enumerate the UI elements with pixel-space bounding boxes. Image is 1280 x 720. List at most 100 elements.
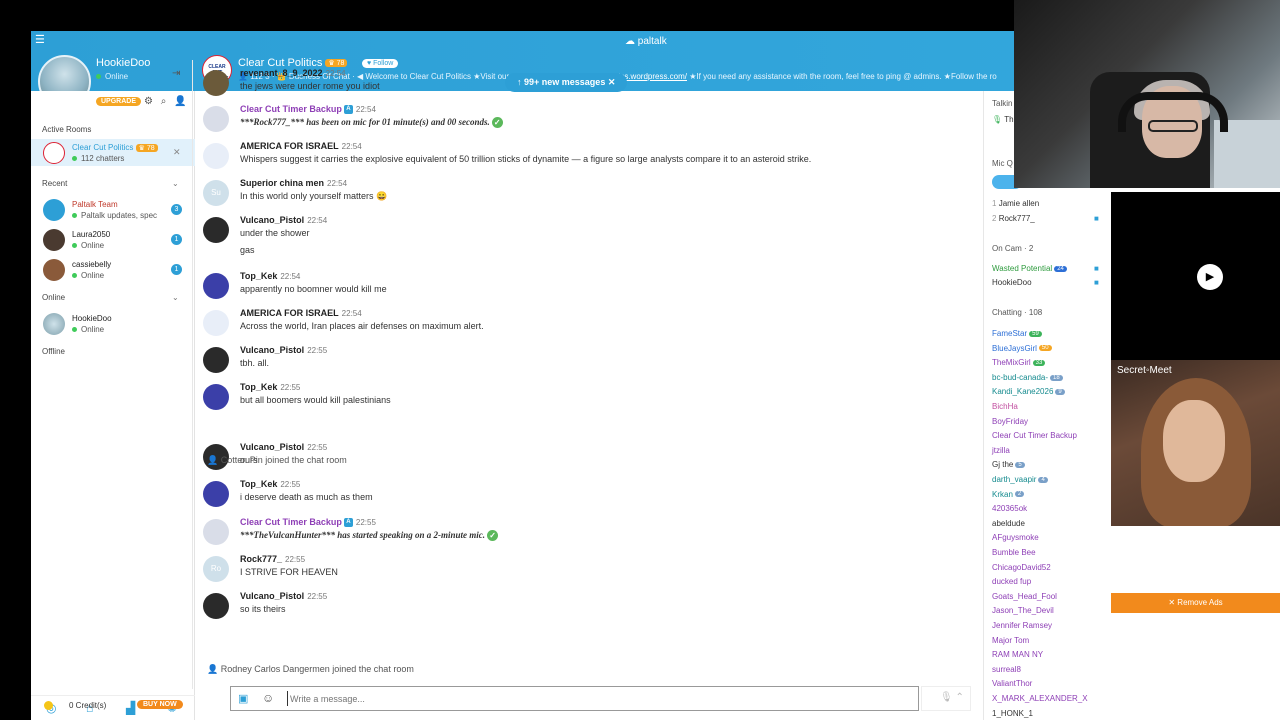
ad-area [1111,526,1280,720]
close-room-icon[interactable]: ✕ [173,147,181,158]
message-author[interactable]: Vulcano_Pistol 22:55 [240,345,327,355]
message-author[interactable]: Clear Cut Timer Backup A 22:55 [240,517,376,528]
emoji-icon[interactable]: ☺ [262,691,274,705]
message-author[interactable]: AMERICA FOR ISRAEL 22:54 [240,308,362,318]
member-item[interactable]: BichHa [992,402,1018,411]
message-author[interactable]: Vulcano_Pistol 22:55 [240,591,327,601]
avatar[interactable] [203,384,229,410]
message-author[interactable]: revenant_8_9_2022 22:54 [240,68,346,78]
avatar[interactable] [203,143,229,169]
remove-ads-button[interactable]: ✕ Remove Ads [1111,593,1280,613]
member-item[interactable]: darth_vaapir 4 [992,475,1048,484]
avatar[interactable] [203,70,229,96]
video-camera-icon[interactable]: ■ [1094,264,1099,273]
member-item[interactable]: ChicagoDavid52 [992,563,1051,572]
avatar[interactable] [203,217,229,243]
collapse-sidebar-icon[interactable]: ⇥ [172,68,180,79]
advertisement[interactable]: Secret◦Meet [1111,360,1280,526]
on-cam-item[interactable]: Wasted Potential 24 [992,264,1067,273]
buy-now-button[interactable]: BUY NOW [137,700,183,709]
member-item[interactable]: Kandi_Kane2026 9 [992,387,1065,396]
avatar[interactable] [203,347,229,373]
ad-brand: Secret◦Meet [1117,365,1172,376]
recent-item[interactable]: Laura2050 Online 1 [31,226,195,253]
message-author[interactable]: Vulcano_Pistol 22:55 [240,442,327,452]
message-time: 22:55 [285,555,306,564]
member-item[interactable]: Krkan 2 [992,490,1025,499]
avatar[interactable] [203,481,229,507]
member-item[interactable]: Jason_The_Devil [992,606,1054,615]
video-camera-icon[interactable]: ■ [1094,278,1099,287]
member-item[interactable]: X_MARK_ALEXANDER_X [992,694,1088,703]
member-item[interactable]: Goats_Head_Fool [992,592,1057,601]
member-item[interactable]: BoyFriday [992,417,1028,426]
member-item[interactable]: surreal8 [992,665,1021,674]
message-author[interactable]: AMERICA FOR ISRAEL 22:54 [240,141,362,151]
upgrade-button[interactable]: UPGRADE [96,97,142,106]
recent-heading: Recent [42,179,68,188]
member-item[interactable]: RAM MAN NY [992,650,1043,659]
member-item[interactable]: Bumble Bee [992,548,1036,557]
chevron-down-icon[interactable]: ⌄ [172,179,179,188]
message-author[interactable]: Superior china men 22:54 [240,178,347,188]
member-item[interactable]: AFguysmoke [992,533,1039,542]
mic-button[interactable]: 🎙 ⌃ [921,686,971,711]
message-text: i deserve death as much as them [240,492,373,502]
message-author[interactable]: Top_Kek 22:55 [240,479,300,489]
unread-badge: 1 [171,264,182,275]
active-room-item[interactable]: Clear Cut Politics ♛ 78 112 chatters ✕ [31,139,195,166]
member-item[interactable]: jtzilla [992,446,1010,455]
member-item[interactable]: bc-bud-canada- 18 [992,373,1063,382]
avatar[interactable] [203,273,229,299]
member-item[interactable]: TheMixGirl 33 [992,358,1046,367]
message-input[interactable] [287,691,907,706]
avatar[interactable] [203,310,229,336]
mic-queue-item[interactable]: 2 Rock777_ [992,214,1035,223]
member-item[interactable]: 1_HONK_1 [992,709,1033,718]
avatar[interactable] [203,519,229,545]
gear-icon[interactable]: ⚙ [144,96,153,107]
message-author[interactable]: Top_Kek 22:55 [240,382,300,392]
add-user-icon[interactable]: 👤 [174,96,186,107]
message-time: 22:55 [355,518,376,527]
member-item[interactable]: BlueJaysGirl 50 [992,344,1052,353]
recent-item[interactable]: Paltalk Team Paltalk updates, spec 3 [31,196,195,223]
member-item[interactable]: 420365ok [992,504,1027,513]
message-author[interactable]: Clear Cut Timer Backup A 22:54 [240,104,376,115]
message-text: gas [240,245,255,255]
verified-icon: A [343,518,353,528]
message-time: 22:54 [355,105,376,114]
avatar[interactable]: Ro [203,556,229,582]
search-icon[interactable]: ⌕ [161,96,167,107]
message-text: Across the world, Iran places air defens… [240,321,484,331]
new-messages-button[interactable]: ↑ 99+ new messages ✕ [505,73,628,92]
recent-item[interactable]: cassiebelly Online 1 [31,256,195,283]
message-time: 22:54 [327,179,348,188]
play-icon[interactable]: ▶ [1197,264,1223,290]
member-item[interactable]: abeldude [992,519,1025,528]
gift-icon[interactable]: ▣ [238,692,248,705]
level-badge: 2 [1014,491,1025,498]
avatar[interactable] [203,593,229,619]
message-author[interactable]: Top_Kek 22:54 [240,271,300,281]
member-item[interactable]: Gj the 5 [992,460,1025,469]
member-item[interactable]: Jennifer Ramsey [992,621,1052,630]
message-author[interactable]: Rock777_ 22:55 [240,554,305,564]
video-camera-icon[interactable]: ■ [1094,214,1099,223]
system-message: 👤 Cotter. Pin joined the chat room [207,455,347,465]
member-item[interactable]: ducked fup [992,577,1031,586]
online-item[interactable]: HookieDoo Online [31,310,195,337]
video-player[interactable]: ▶ [1111,192,1280,360]
member-item[interactable]: ValiantThor [992,679,1032,688]
on-cam-item[interactable]: HookieDoo [992,278,1032,287]
avatar[interactable]: Su [203,180,229,206]
member-item[interactable]: Major Tom [992,636,1029,645]
hamburger-menu-icon[interactable]: ☰ [35,34,47,46]
unread-badge: 1 [171,234,182,245]
chevron-down-icon[interactable]: ⌄ [172,293,179,302]
mic-queue-item[interactable]: 1 Jamie allen [992,199,1039,208]
member-item[interactable]: Clear Cut Timer Backup [992,431,1077,440]
message-author[interactable]: Vulcano_Pistol 22:54 [240,215,327,225]
avatar[interactable] [203,106,229,132]
member-item[interactable]: FameStar 59 [992,329,1042,338]
